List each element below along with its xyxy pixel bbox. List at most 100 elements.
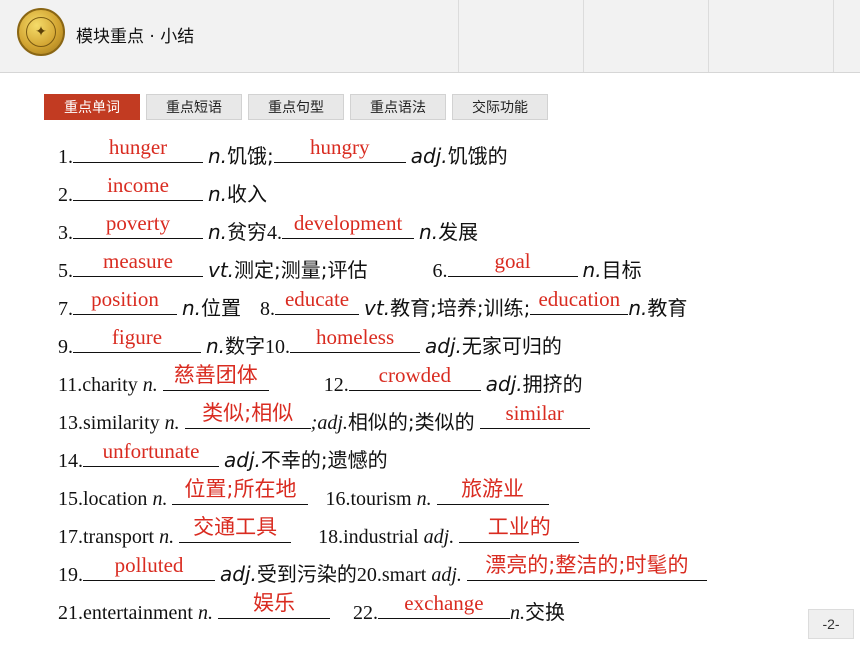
part-of-speech: n. xyxy=(159,526,175,548)
item-number: 9. xyxy=(58,336,73,358)
answer-text: 类似;相似 xyxy=(202,401,294,425)
meaning: 目标 xyxy=(601,258,642,282)
vocab-line-9: 14. unfortunate adj.不幸的;遗憾的 xyxy=(58,439,388,474)
answer-blank: 娱乐 xyxy=(217,591,330,619)
tab-key-grammar[interactable]: 重点语法 xyxy=(350,94,446,120)
answer-text: polluted xyxy=(114,553,184,577)
meaning: 测定;测量;评估 xyxy=(234,258,368,282)
answer-text: homeless xyxy=(315,325,395,349)
header-divider xyxy=(833,0,834,72)
answer-text: 漂亮的;整洁的;时髦的 xyxy=(485,553,689,577)
item-number: 3. xyxy=(58,222,73,244)
vocab-line-4: 5. measure vt.测定;测量;评估 6. goal n.目标 xyxy=(58,249,642,284)
header-bar: ✦ 模块重点 · 小结 xyxy=(0,0,860,73)
word: 11.charity xyxy=(58,374,138,396)
tab-communication[interactable]: 交际功能 xyxy=(452,94,548,120)
part-of-speech: n. xyxy=(628,296,648,320)
header-divider xyxy=(458,0,459,72)
answer-text: 位置;所在地 xyxy=(184,477,297,501)
part-of-speech: n. xyxy=(152,488,168,510)
meaning: 教育;培养;训练; xyxy=(390,296,531,320)
item-number: 19. xyxy=(58,564,83,586)
item-number: 1. xyxy=(58,146,73,168)
item-number: 7. xyxy=(58,298,73,320)
word: 13.similarity xyxy=(58,412,160,434)
meaning: 饥饿的 xyxy=(447,144,508,168)
meaning: 拥挤的 xyxy=(522,372,583,396)
tab-key-sentences[interactable]: 重点句型 xyxy=(248,94,344,120)
word: 15.location xyxy=(58,488,148,510)
item-number: 8. xyxy=(260,298,276,320)
answer-blank: hungry xyxy=(273,135,406,163)
part-of-speech: adj. xyxy=(220,562,257,586)
item-number: 5. xyxy=(58,260,73,282)
answer-blank: 类似;相似 xyxy=(184,401,311,429)
answer-blank: position xyxy=(73,287,177,315)
word: 21.entertainment xyxy=(58,602,193,624)
answer-blank: similar xyxy=(479,401,590,429)
answer-text: income xyxy=(107,173,169,197)
answer-text: 娱乐 xyxy=(252,591,295,615)
part-of-speech: n. xyxy=(208,220,228,244)
tab-key-words[interactable]: 重点单词 xyxy=(44,94,140,120)
meaning: 饥饿; xyxy=(227,144,274,168)
answer-blank: 位置;所在地 xyxy=(172,477,309,505)
answer-blank: 工业的 xyxy=(459,515,580,543)
answer-blank: income xyxy=(73,173,203,201)
meaning: 不幸的;遗憾的 xyxy=(260,448,388,472)
answer-blank: unfortunate xyxy=(83,439,219,467)
answer-text: similar xyxy=(505,401,564,425)
tab-key-phrases[interactable]: 重点短语 xyxy=(146,94,242,120)
answer-text: figure xyxy=(111,325,163,349)
vocab-line-10: 15.location n. 位置;所在地 16.tourism n. 旅游业 xyxy=(58,477,549,512)
answer-text: 旅游业 xyxy=(461,477,525,501)
part-of-speech: n. xyxy=(182,296,202,320)
answer-text: measure xyxy=(103,249,173,273)
meaning: 发展 xyxy=(438,220,479,244)
page-title: 模块重点 · 小结 xyxy=(76,27,195,47)
meaning: 相似的;类似的 xyxy=(347,410,475,434)
answer-blank: goal xyxy=(447,249,578,277)
answer-text: educate xyxy=(284,287,350,311)
item-number: 2. xyxy=(58,184,73,206)
part-of-speech: ;adj. xyxy=(310,412,348,434)
meaning: 贫穷 xyxy=(227,220,268,244)
part-of-speech: n. xyxy=(416,488,432,510)
part-of-speech: vt. xyxy=(364,296,391,320)
item-number: 22. xyxy=(352,602,378,624)
vocab-line-11: 17.transport n. 交通工具 18.industrial adj. … xyxy=(58,515,580,550)
answer-text: goal xyxy=(494,249,531,273)
part-of-speech: n. xyxy=(164,412,180,434)
part-of-speech: adj. xyxy=(431,564,462,586)
part-of-speech: vt. xyxy=(208,258,235,282)
meaning: 数字 xyxy=(225,334,266,358)
vocab-line-7: 11.charity n. 慈善团体 12. crowded adj.拥挤的 xyxy=(58,363,583,398)
part-of-speech: n. xyxy=(208,182,228,206)
meaning: 受到污染的 xyxy=(256,562,357,586)
vocab-line-5: 7. position n.位置 8. educate vt.教育;培养;训练; ed… xyxy=(58,287,687,322)
answer-blank: exchange xyxy=(377,591,510,619)
answer-text: exchange xyxy=(404,591,484,615)
word: 16.tourism xyxy=(325,488,412,510)
part-of-speech: adj. xyxy=(423,526,455,548)
answer-text: unfortunate xyxy=(102,439,200,463)
vocab-line-3: 3. poverty n.贫穷4. development n.发展 xyxy=(58,211,479,246)
answer-blank: figure xyxy=(73,325,201,353)
meaning: 无家可归的 xyxy=(461,334,562,358)
answer-text: education xyxy=(538,287,621,311)
school-seal-icon: ✦ xyxy=(17,8,65,56)
part-of-speech: n. xyxy=(582,258,602,282)
item-number: 10. xyxy=(265,336,291,358)
answer-blank: 旅游业 xyxy=(436,477,549,505)
part-of-speech: adj. xyxy=(410,144,448,168)
answer-text: position xyxy=(91,287,159,311)
answer-blank: 交通工具 xyxy=(179,515,292,543)
answer-text: crowded xyxy=(378,363,451,387)
part-of-speech: adj. xyxy=(485,372,523,396)
header-divider xyxy=(708,0,709,72)
item-number: 4. xyxy=(267,222,283,244)
header-divider xyxy=(583,0,584,72)
vocab-line-1: 1. hunger n.饥饿; hungry adj.饥饿的 xyxy=(58,135,508,170)
vocab-line-12: 19. polluted adj.受到污染的20.smart adj. 漂亮的;整… xyxy=(58,553,707,588)
answer-blank: hunger xyxy=(73,135,203,163)
